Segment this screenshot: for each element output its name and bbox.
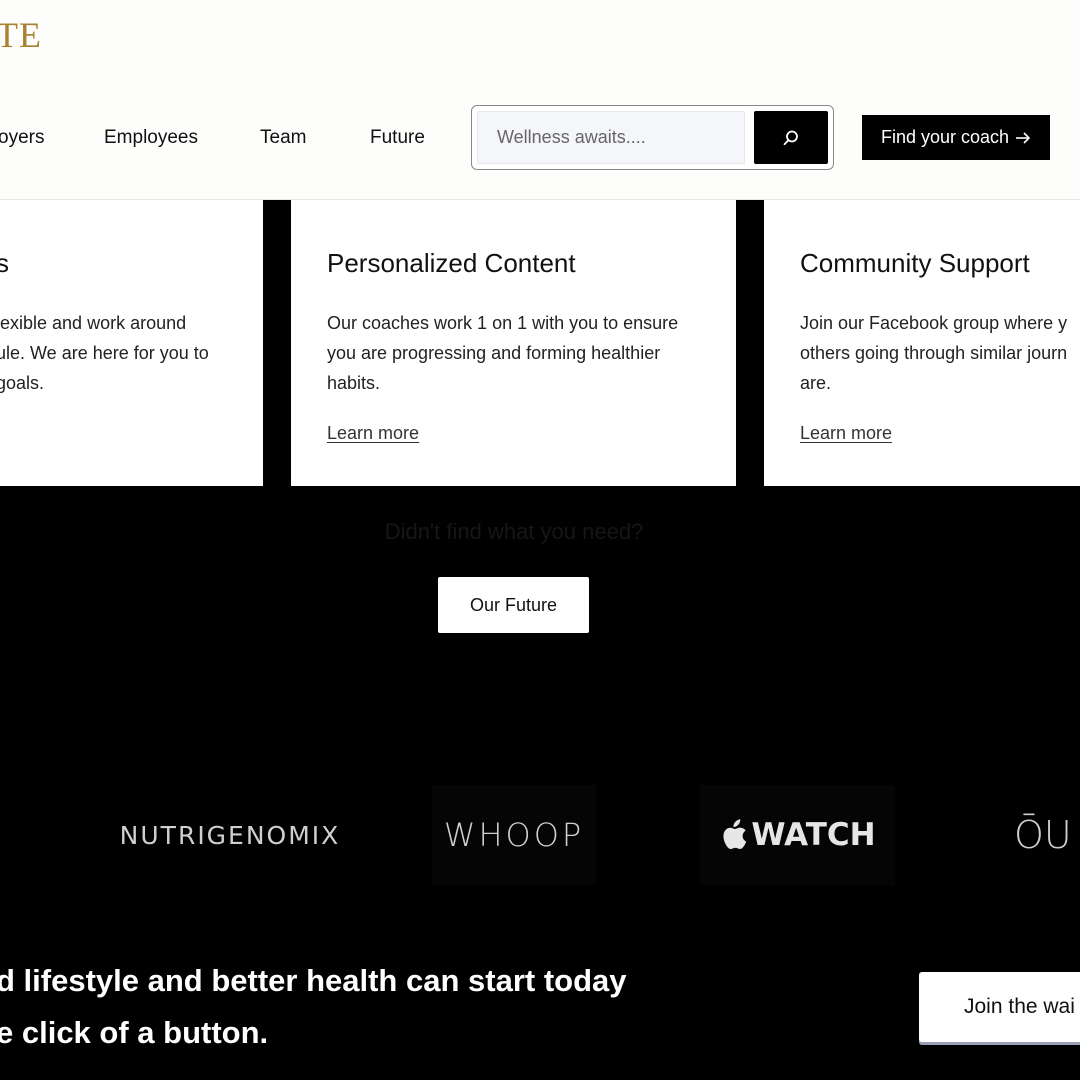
learn-more-link[interactable]: Learn more (800, 423, 892, 444)
site-header: TE oyers Employees Team Future Find your… (0, 0, 1080, 200)
card-line: Our coaches work 1 on 1 with you to ensu… (327, 313, 679, 333)
join-waitlist-button[interactable]: Join the wai (919, 972, 1080, 1042)
card-description: Our coaches work 1 on 1 with you to ensu… (327, 308, 678, 398)
search-bar (471, 105, 834, 170)
find-your-coach-label: Find your coach (880, 127, 1010, 147)
partner-name: WATCH (751, 817, 876, 853)
card-line: are. (800, 373, 832, 393)
card-line: ule. We are here for you to (0, 343, 209, 363)
our-future-button[interactable]: Our Future (438, 577, 589, 633)
page: TE oyers Employees Team Future Find your… (0, 0, 1080, 1080)
partner-name: NUTRIGENOMIX (119, 820, 341, 850)
card-line: habits. (327, 373, 381, 393)
bottom-headline-line-1: d lifestyle and better health can start … (0, 963, 627, 998)
card-description: lexible and work around ule. We are here… (0, 308, 209, 398)
nav-item-future[interactable]: Future (370, 127, 425, 149)
find-your-coach-button[interactable]: Find your coach (862, 115, 1050, 160)
bottom-headline-line-2: e click of a button. (0, 1015, 269, 1050)
partner-logo-nutrigenomix: NUTRIGENOMIX (90, 785, 370, 885)
partner-logo-apple-watch: WATCH (700, 785, 895, 885)
feature-card-personalized-content: Personalized Content Our coaches work 1 … (291, 200, 736, 486)
partner-logo-oura: ŌU (1014, 785, 1080, 885)
nav-item-team[interactable]: Team (260, 127, 306, 149)
card-line: you are progressing and forming healthie… (327, 343, 661, 363)
card-title: s (0, 248, 9, 278)
feature-card-community-support: Community Support Join our Facebook grou… (764, 200, 1080, 486)
apple-icon (723, 819, 747, 850)
brand-logo[interactable]: TE (0, 14, 42, 56)
search-button[interactable] (754, 111, 828, 164)
learn-more-link[interactable]: Learn more (327, 423, 419, 444)
card-line: others going through similar journ (800, 343, 1068, 363)
card-line: Join our Facebook group where y (800, 313, 1068, 333)
search-icon (783, 130, 798, 145)
card-line: lexible and work around (0, 313, 187, 333)
search-input[interactable] (477, 111, 745, 164)
card-line: goals. (0, 373, 45, 393)
nav-item-employees[interactable]: Employees (104, 127, 198, 149)
help-prompt: Didn't find what you need? (384, 519, 644, 544)
card-description: Join our Facebook group where y others g… (800, 308, 1067, 398)
card-title: Community Support (800, 248, 1030, 278)
partner-name: WHOOP (443, 816, 585, 854)
nav-item-employers[interactable]: oyers (0, 127, 44, 149)
feature-card: s lexible and work around ule. We are he… (0, 200, 263, 486)
partner-name: ŌU (1014, 813, 1072, 857)
arrow-right-icon (1016, 131, 1031, 144)
card-title: Personalized Content (327, 248, 576, 278)
partner-logo-whoop: WHOOP (432, 785, 596, 885)
